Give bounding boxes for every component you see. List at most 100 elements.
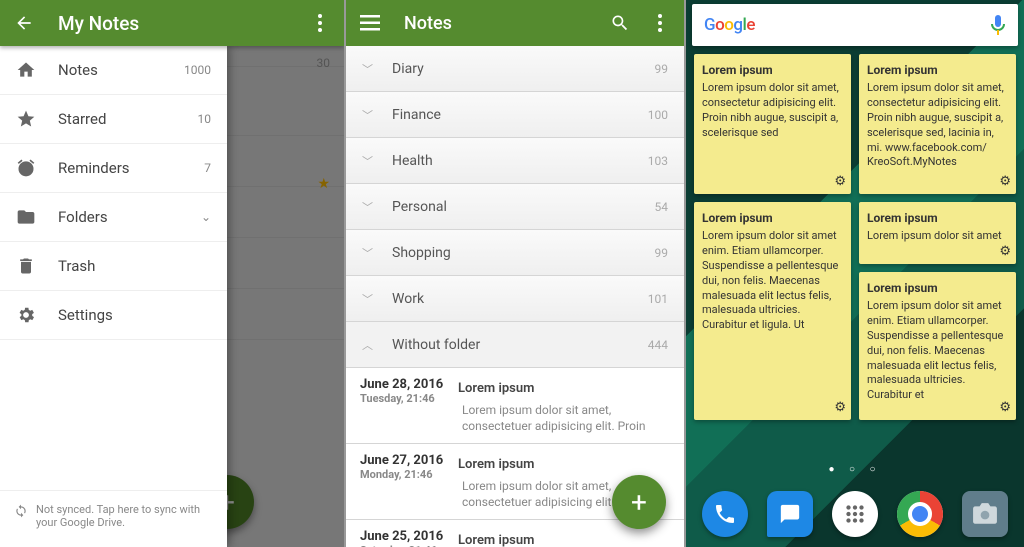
folder-finance[interactable]: ﹀ Finance100 — [346, 92, 684, 138]
folder-icon — [16, 207, 38, 227]
widget-grid: Lorem ipsum Lorem ipsum dolor sit amet, c… — [694, 54, 1016, 457]
sync-text: Not synced. Tap here to sync with your G… — [36, 503, 213, 529]
dock-apps[interactable] — [832, 491, 878, 537]
sticky-note-widget[interactable]: Lorem ipsum Lorem ipsum dolor sit amet, c… — [859, 54, 1016, 194]
drawer-item-starred[interactable]: Starred10 — [0, 95, 227, 144]
chevron-down-icon: ﹀ — [362, 291, 376, 307]
app-bar: My Notes — [0, 0, 344, 46]
dock-camera[interactable] — [962, 491, 1008, 537]
folder-count: 444 — [648, 338, 668, 352]
folder-count: 101 — [648, 292, 668, 306]
pane-drawer-screen: My Notes 30sit amet, iscing elit. Proin⏰… — [0, 0, 344, 547]
folder-diary[interactable]: ﹀Diary99 — [346, 46, 684, 92]
drawer-item-reminders[interactable]: Reminders7 — [0, 144, 227, 193]
folder-without-folder[interactable]: ︿ Without folder444 — [346, 322, 684, 368]
gear-icon[interactable]: ⚙ — [999, 243, 1011, 261]
folder-count: 99 — [655, 62, 669, 76]
note-title: Lorem ipsum — [458, 381, 534, 396]
sticky-note-widget[interactable]: Lorem ipsum Lorem ipsum dolor sit amet en… — [859, 272, 1016, 420]
pane-folders-screen: Notes ﹀Diary99﹀Finance100﹀Health103﹀Pers… — [344, 0, 686, 547]
alarm-icon — [16, 158, 38, 178]
sticky-title: Lorem ipsum — [867, 62, 1008, 78]
google-logo: Google — [704, 15, 755, 35]
sticky-body: Lorem ipsum dolor sit amet enim. Etiam u… — [702, 229, 843, 333]
drawer-label: Starred — [58, 110, 198, 128]
folder-count: 99 — [655, 246, 669, 260]
note-date: June 27, 2016Monday, 21:46 — [360, 453, 458, 481]
sticky-note-widget[interactable]: Lorem ipsum Lorem ipsum dolor sit amet⚙ — [859, 202, 1016, 264]
dock-phone[interactable] — [702, 491, 748, 537]
nav-drawer: Notes1000Starred10Reminders7Folders⌄Tras… — [0, 46, 227, 547]
sticky-title: Lorem ipsum — [702, 62, 843, 78]
dock-chrome[interactable] — [897, 491, 943, 537]
folder-name: Without folder — [392, 337, 648, 353]
sticky-body: Lorem ipsum dolor sit amet, consectetur … — [867, 81, 1008, 170]
chevron-down-icon: ﹀ — [362, 245, 376, 261]
gear-icon[interactable]: ⚙ — [999, 173, 1011, 191]
trash-icon — [16, 256, 38, 276]
note-date: June 28, 2016Tuesday, 21:46 — [360, 377, 458, 405]
note-item[interactable]: June 28, 2016Tuesday, 21:46Lorem ipsum Lo… — [346, 368, 684, 444]
gear-icon[interactable]: ⚙ — [834, 173, 846, 191]
folder-work[interactable]: ﹀Work101 — [346, 276, 684, 322]
drawer-item-settings[interactable]: Settings — [0, 291, 227, 340]
chevron-down-icon: ﹀ — [362, 199, 376, 215]
folder-name: Personal — [392, 199, 655, 215]
overflow-icon[interactable] — [648, 11, 672, 35]
folder-count: 100 — [648, 108, 668, 122]
page-indicator: ● ○ ○ — [686, 464, 1024, 475]
folder-count: 103 — [648, 154, 668, 168]
home-icon — [16, 60, 38, 80]
note-preview: Lorem ipsum dolor sit amet, consectetuer… — [462, 403, 670, 434]
sticky-body: Lorem ipsum dolor sit amet enim. Etiam u… — [867, 299, 1008, 403]
back-icon[interactable] — [12, 11, 36, 35]
drawer-count: 1000 — [184, 63, 211, 77]
note-title: Lorem ipsum — [458, 457, 534, 472]
mic-icon[interactable] — [990, 14, 1006, 36]
sticky-title: Lorem ipsum — [867, 210, 1008, 226]
sticky-title: Lorem ipsum — [867, 280, 1008, 296]
drawer-count: 10 — [198, 112, 212, 126]
search-icon[interactable] — [608, 11, 632, 35]
chevron-up-icon: ︿ — [362, 337, 376, 353]
google-search-bar[interactable]: Google — [692, 4, 1018, 46]
overflow-icon[interactable] — [308, 11, 332, 35]
folder-name: Diary — [392, 61, 655, 77]
drawer-item-notes[interactable]: Notes1000 — [0, 46, 227, 95]
folder-count: 54 — [655, 200, 669, 214]
sync-status[interactable]: Not synced. Tap here to sync with your G… — [0, 490, 227, 547]
folder-name: Finance — [392, 107, 648, 123]
folder-shopping[interactable]: ﹀ Shopping99 — [346, 230, 684, 276]
drawer-item-trash[interactable]: Trash — [0, 242, 227, 291]
sticky-note-widget[interactable]: Lorem ipsum Lorem ipsum dolor sit amet en… — [694, 202, 851, 420]
hamburger-icon[interactable] — [358, 11, 382, 35]
drawer-label: Reminders — [58, 159, 204, 177]
sticky-body: Lorem ipsum dolor sit amet, consectetur … — [702, 81, 843, 140]
drawer-label: Trash — [58, 257, 211, 275]
drawer-item-folders[interactable]: Folders⌄ — [0, 193, 227, 242]
drawer-label: Notes — [58, 61, 184, 79]
sticky-body: Lorem ipsum dolor sit amet — [867, 229, 1008, 244]
sticky-note-widget[interactable]: Lorem ipsum Lorem ipsum dolor sit amet, c… — [694, 54, 851, 194]
folder-personal[interactable]: ﹀ Personal54 — [346, 184, 684, 230]
sync-icon — [14, 504, 28, 518]
dock-messages[interactable] — [767, 491, 813, 537]
drawer-count: 7 — [204, 161, 211, 175]
drawer-label: Folders — [58, 208, 201, 226]
app-title: My Notes — [58, 12, 308, 35]
app-title: Notes — [404, 13, 608, 34]
gear-icon — [16, 305, 38, 325]
star-icon — [16, 109, 38, 129]
folder-name: Health — [392, 153, 648, 169]
gear-icon[interactable]: ⚙ — [834, 399, 846, 417]
note-title: Lorem ipsum — [458, 533, 534, 547]
folder-health[interactable]: ﹀ Health103 — [346, 138, 684, 184]
chevron-down-icon: ﹀ — [362, 153, 376, 169]
gear-icon[interactable]: ⚙ — [999, 399, 1011, 417]
folder-name: Shopping — [392, 245, 655, 261]
fab-add-note[interactable]: + — [612, 475, 666, 529]
drawer-count: ⌄ — [201, 210, 211, 224]
chevron-down-icon: ﹀ — [362, 107, 376, 123]
dock — [686, 481, 1024, 547]
sticky-title: Lorem ipsum — [702, 210, 843, 226]
